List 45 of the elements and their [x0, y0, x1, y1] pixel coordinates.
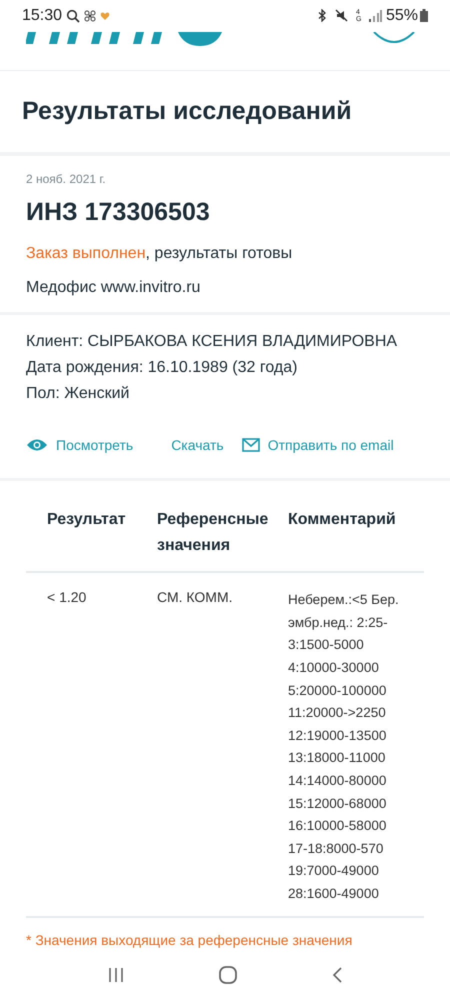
battery-percent: 55% [386, 6, 418, 26]
comment-line: 17-18:8000-570 [288, 840, 384, 858]
comment-line: 4:10000-30000 [288, 658, 380, 677]
comment-line: 13:18000-11000 [288, 749, 386, 768]
order-date: 2 нояб. 2021 г. [26, 171, 107, 188]
client-info: Дата рождения: 16.10.1989 (32 года) [26, 358, 298, 378]
email-link[interactable]: Отправить по email [242, 434, 394, 456]
view-link[interactable]: Посмотреть [26, 434, 134, 456]
search-icon [66, 8, 80, 23]
client-info: Пол: Женский [26, 384, 130, 404]
comment-line: эмбр.нед.: 2:25- [288, 614, 389, 632]
battery-icon [420, 9, 428, 22]
order-status: Заказ выполнен, результаты готовы [26, 244, 294, 264]
column-header: Результат [47, 511, 126, 528]
comment-line: 12:19000-13500 [288, 726, 388, 745]
column-header: Комментарий [288, 511, 396, 528]
comment-line: 16:10000-58000 [288, 817, 388, 836]
column-header: Референсные значения [157, 510, 270, 556]
comment-line: 14:14000-80000 [288, 772, 388, 790]
signal-icon [368, 10, 382, 22]
home-icon[interactable] [218, 966, 237, 984]
client-info: Клиент: СЫРБАКОВА КСЕНИЯ ВЛАДИМИРОВНА [26, 332, 398, 352]
footnote: * Значения выходящие за референсные значения [26, 930, 354, 950]
bluetooth-icon [316, 9, 327, 22]
table-cell: СМ. КОММ. [157, 589, 232, 606]
back-icon[interactable] [332, 967, 342, 984]
comment-line: 19:7000-49000 [288, 862, 380, 880]
order-number: ИНЗ 173306503 [26, 197, 211, 228]
recent-apps-icon[interactable] [108, 967, 124, 984]
heart-icon [100, 10, 110, 21]
office-text: Медофис www.invitro.ru [26, 278, 202, 298]
fan-icon [84, 10, 96, 22]
comment-line: 11:20000->2250 [288, 704, 387, 722]
download-link[interactable]: Скачать [171, 434, 224, 456]
status-time: 15:30 [22, 6, 62, 26]
eye-icon [26, 438, 48, 452]
comment-line: Неберем.:<5 Бер. [288, 591, 400, 610]
page-title: Результаты исследований [22, 96, 352, 128]
comment-line: 5:20000-100000 [288, 682, 388, 700]
table-cell: < 1.20 [47, 589, 86, 606]
mute-icon [334, 9, 348, 22]
comment-line: 28:1600-49000 [288, 884, 380, 903]
envelope-icon [242, 438, 260, 452]
comment-line: 3:1500-5000 [288, 636, 365, 654]
comment-line: 15:12000-68000 [288, 794, 388, 813]
